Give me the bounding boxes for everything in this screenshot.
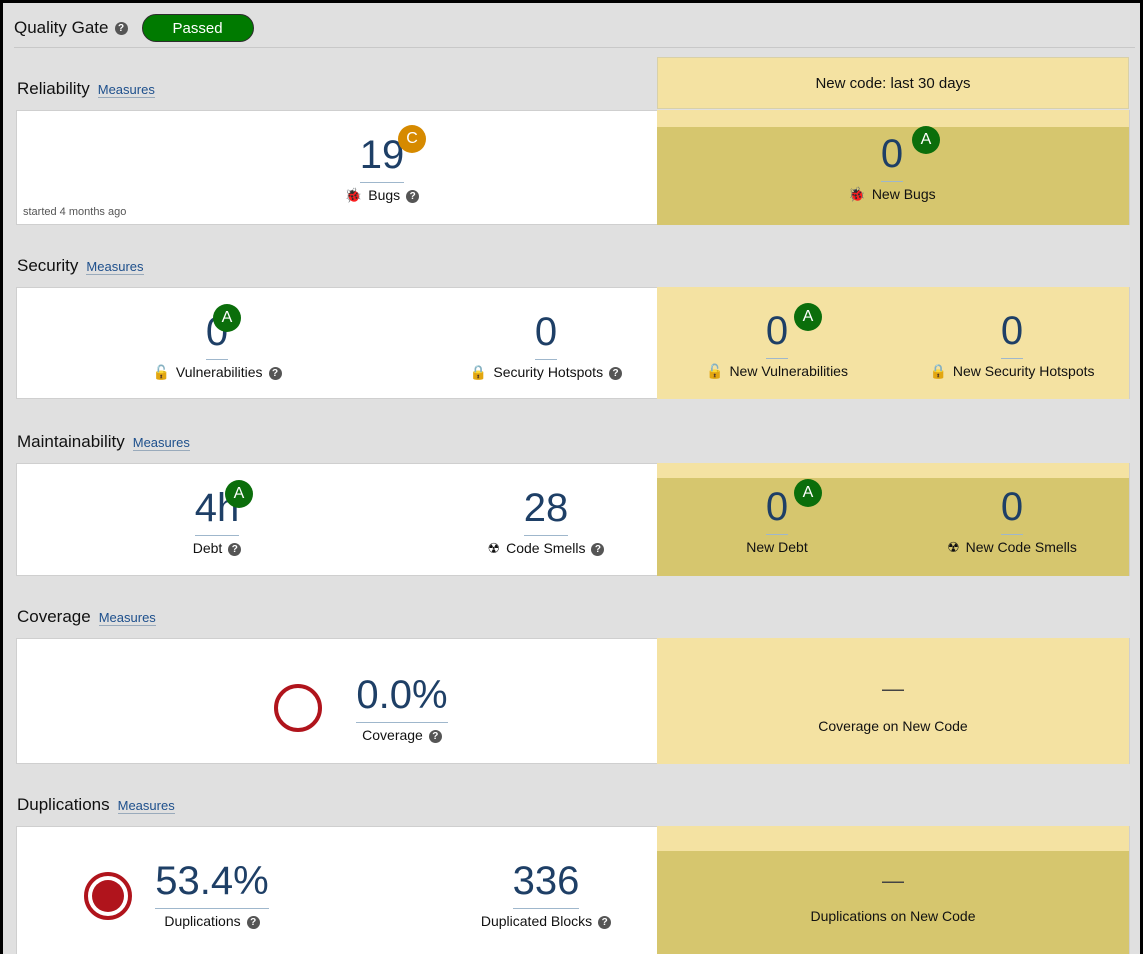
coverage-section-title: Coverage Measures <box>17 607 156 627</box>
coverage-new-code-panel: — Coverage on New Code <box>657 638 1129 764</box>
new-coverage-metric: — Coverage on New Code <box>657 676 1129 735</box>
reliability-measures-link[interactable]: Measures <box>97 82 155 98</box>
new-bugs-value[interactable]: 0 <box>879 132 905 182</box>
bug-icon: 🐞 <box>848 186 866 202</box>
coverage-donut-icon <box>274 684 322 732</box>
bugs-rating-badge[interactable]: C <box>398 125 426 153</box>
new-vulnerabilities-rating-badge[interactable]: A <box>794 303 822 331</box>
duplications-value[interactable]: 53.4% <box>153 859 270 909</box>
security-hotspots-metric: 0 🔒 Security Hotspots? <box>431 310 661 381</box>
new-duplications-label: Duplications on New Code <box>810 908 976 924</box>
duplications-donut-icon <box>84 872 132 920</box>
help-icon[interactable]: ? <box>114 21 128 35</box>
vulnerabilities-label: Vulnerabilities <box>175 364 263 380</box>
code-smells-value[interactable]: 28 <box>522 486 571 536</box>
help-icon[interactable]: ? <box>246 915 260 929</box>
lock-icon: 🔓 <box>706 363 724 379</box>
new-vulnerabilities-value[interactable]: 0 <box>764 309 790 359</box>
new-debt-rating-badge[interactable]: A <box>794 479 822 507</box>
maintainability-new-code-panel: 0 New Debt A 0 ☢ New Code Smells <box>657 463 1129 576</box>
new-debt-value[interactable]: 0 <box>764 485 790 535</box>
help-icon[interactable]: ? <box>428 729 442 743</box>
new-coverage-label: Coverage on New Code <box>818 718 968 734</box>
help-icon[interactable]: ? <box>598 915 612 929</box>
reliability-section-title: Reliability Measures <box>17 79 155 99</box>
duplicated-blocks-value[interactable]: 336 <box>511 859 582 909</box>
security-hotspots-value[interactable]: 0 <box>533 310 559 360</box>
help-icon[interactable]: ? <box>591 542 605 556</box>
security-title: Security <box>17 256 79 275</box>
new-bugs-rating-badge[interactable]: A <box>912 126 940 154</box>
new-debt-label: New Debt <box>746 539 808 555</box>
new-security-hotspots-value[interactable]: 0 <box>999 309 1025 359</box>
maintainability-section-title: Maintainability Measures <box>17 432 190 452</box>
new-duplications-value: — <box>882 868 904 893</box>
security-new-code-panel: 0 🔓 New Vulnerabilities A 0 🔒 New Security… <box>657 287 1129 399</box>
new-coverage-value: — <box>882 676 904 701</box>
new-duplications-metric: — Duplications on New Code <box>657 868 1129 925</box>
coverage-title: Coverage <box>17 607 91 626</box>
duplications-new-code-panel: — Duplications on New Code <box>657 826 1129 954</box>
new-bugs-metric: 0 🐞 New Bugs <box>777 132 1007 203</box>
coverage-metric: 0.0% Coverage? <box>327 673 477 743</box>
duplicated-blocks-metric: 336 Duplicated Blocks? <box>431 859 661 929</box>
divider <box>14 47 1135 48</box>
new-security-hotspots-label: New Security Hotspots <box>952 363 1095 379</box>
new-code-period-banner: New code: last 30 days <box>657 57 1129 109</box>
new-vulnerabilities-metric: 0 🔓 New Vulnerabilities <box>662 309 892 380</box>
help-icon[interactable]: ? <box>609 366 623 380</box>
code-smells-metric: 28 ☢ Code Smells? <box>431 486 661 557</box>
quality-gate-title: Quality Gate <box>14 18 109 37</box>
coverage-value[interactable]: 0.0% <box>354 673 449 723</box>
vulnerabilities-rating-badge[interactable]: A <box>213 304 241 332</box>
bugs-label: Bugs <box>368 187 401 203</box>
bug-icon: 🐞 <box>344 187 363 203</box>
new-debt-metric: 0 New Debt <box>662 485 892 555</box>
new-bugs-label: New Bugs <box>871 186 936 202</box>
new-vulnerabilities-label: New Vulnerabilities <box>729 363 848 379</box>
reliability-new-code-panel: 0 🐞 New Bugs A <box>657 110 1129 225</box>
lock-icon: 🔒 <box>469 364 488 380</box>
help-icon[interactable]: ? <box>268 366 282 380</box>
help-icon[interactable]: ? <box>228 542 242 556</box>
security-measures-link[interactable]: Measures <box>86 259 144 275</box>
duplications-label: Duplications <box>164 913 241 929</box>
duplications-metric: 53.4% Duplications? <box>127 859 297 929</box>
coverage-label: Coverage <box>362 727 423 743</box>
coverage-measures-link[interactable]: Measures <box>98 610 156 626</box>
maintainability-title: Maintainability <box>17 432 125 451</box>
radiation-icon: ☢ <box>947 539 960 555</box>
debt-label: Debt <box>192 540 223 556</box>
new-code-smells-label: New Code Smells <box>965 539 1077 555</box>
lock-icon: 🔒 <box>929 363 947 379</box>
new-code-smells-metric: 0 ☢ New Code Smells <box>897 485 1127 556</box>
security-hotspots-label: Security Hotspots <box>493 364 604 380</box>
quality-gate-header: Quality Gate ? Passed <box>14 12 1129 44</box>
bugs-metric: 19 🐞 Bugs? <box>267 133 497 204</box>
lock-icon: 🔓 <box>152 364 170 380</box>
duplicated-blocks-label: Duplicated Blocks <box>480 913 593 929</box>
security-section-title: Security Measures <box>17 256 144 276</box>
quality-gate-status-badge: Passed <box>141 14 254 42</box>
duplications-section-title: Duplications Measures <box>17 795 175 815</box>
duplications-measures-link[interactable]: Measures <box>117 798 175 814</box>
duplications-title: Duplications <box>17 795 110 814</box>
started-time: started 4 months ago <box>23 206 127 218</box>
new-security-hotspots-metric: 0 🔒 New Security Hotspots <box>897 309 1127 380</box>
debt-metric: 4h Debt? <box>102 486 332 556</box>
code-smells-label: Code Smells <box>506 540 586 556</box>
new-code-smells-value[interactable]: 0 <box>999 485 1025 535</box>
maintainability-measures-link[interactable]: Measures <box>132 435 190 451</box>
reliability-title: Reliability <box>17 79 90 98</box>
radiation-icon: ☢ <box>487 540 501 556</box>
debt-rating-badge[interactable]: A <box>225 480 253 508</box>
help-icon[interactable]: ? <box>406 189 420 203</box>
